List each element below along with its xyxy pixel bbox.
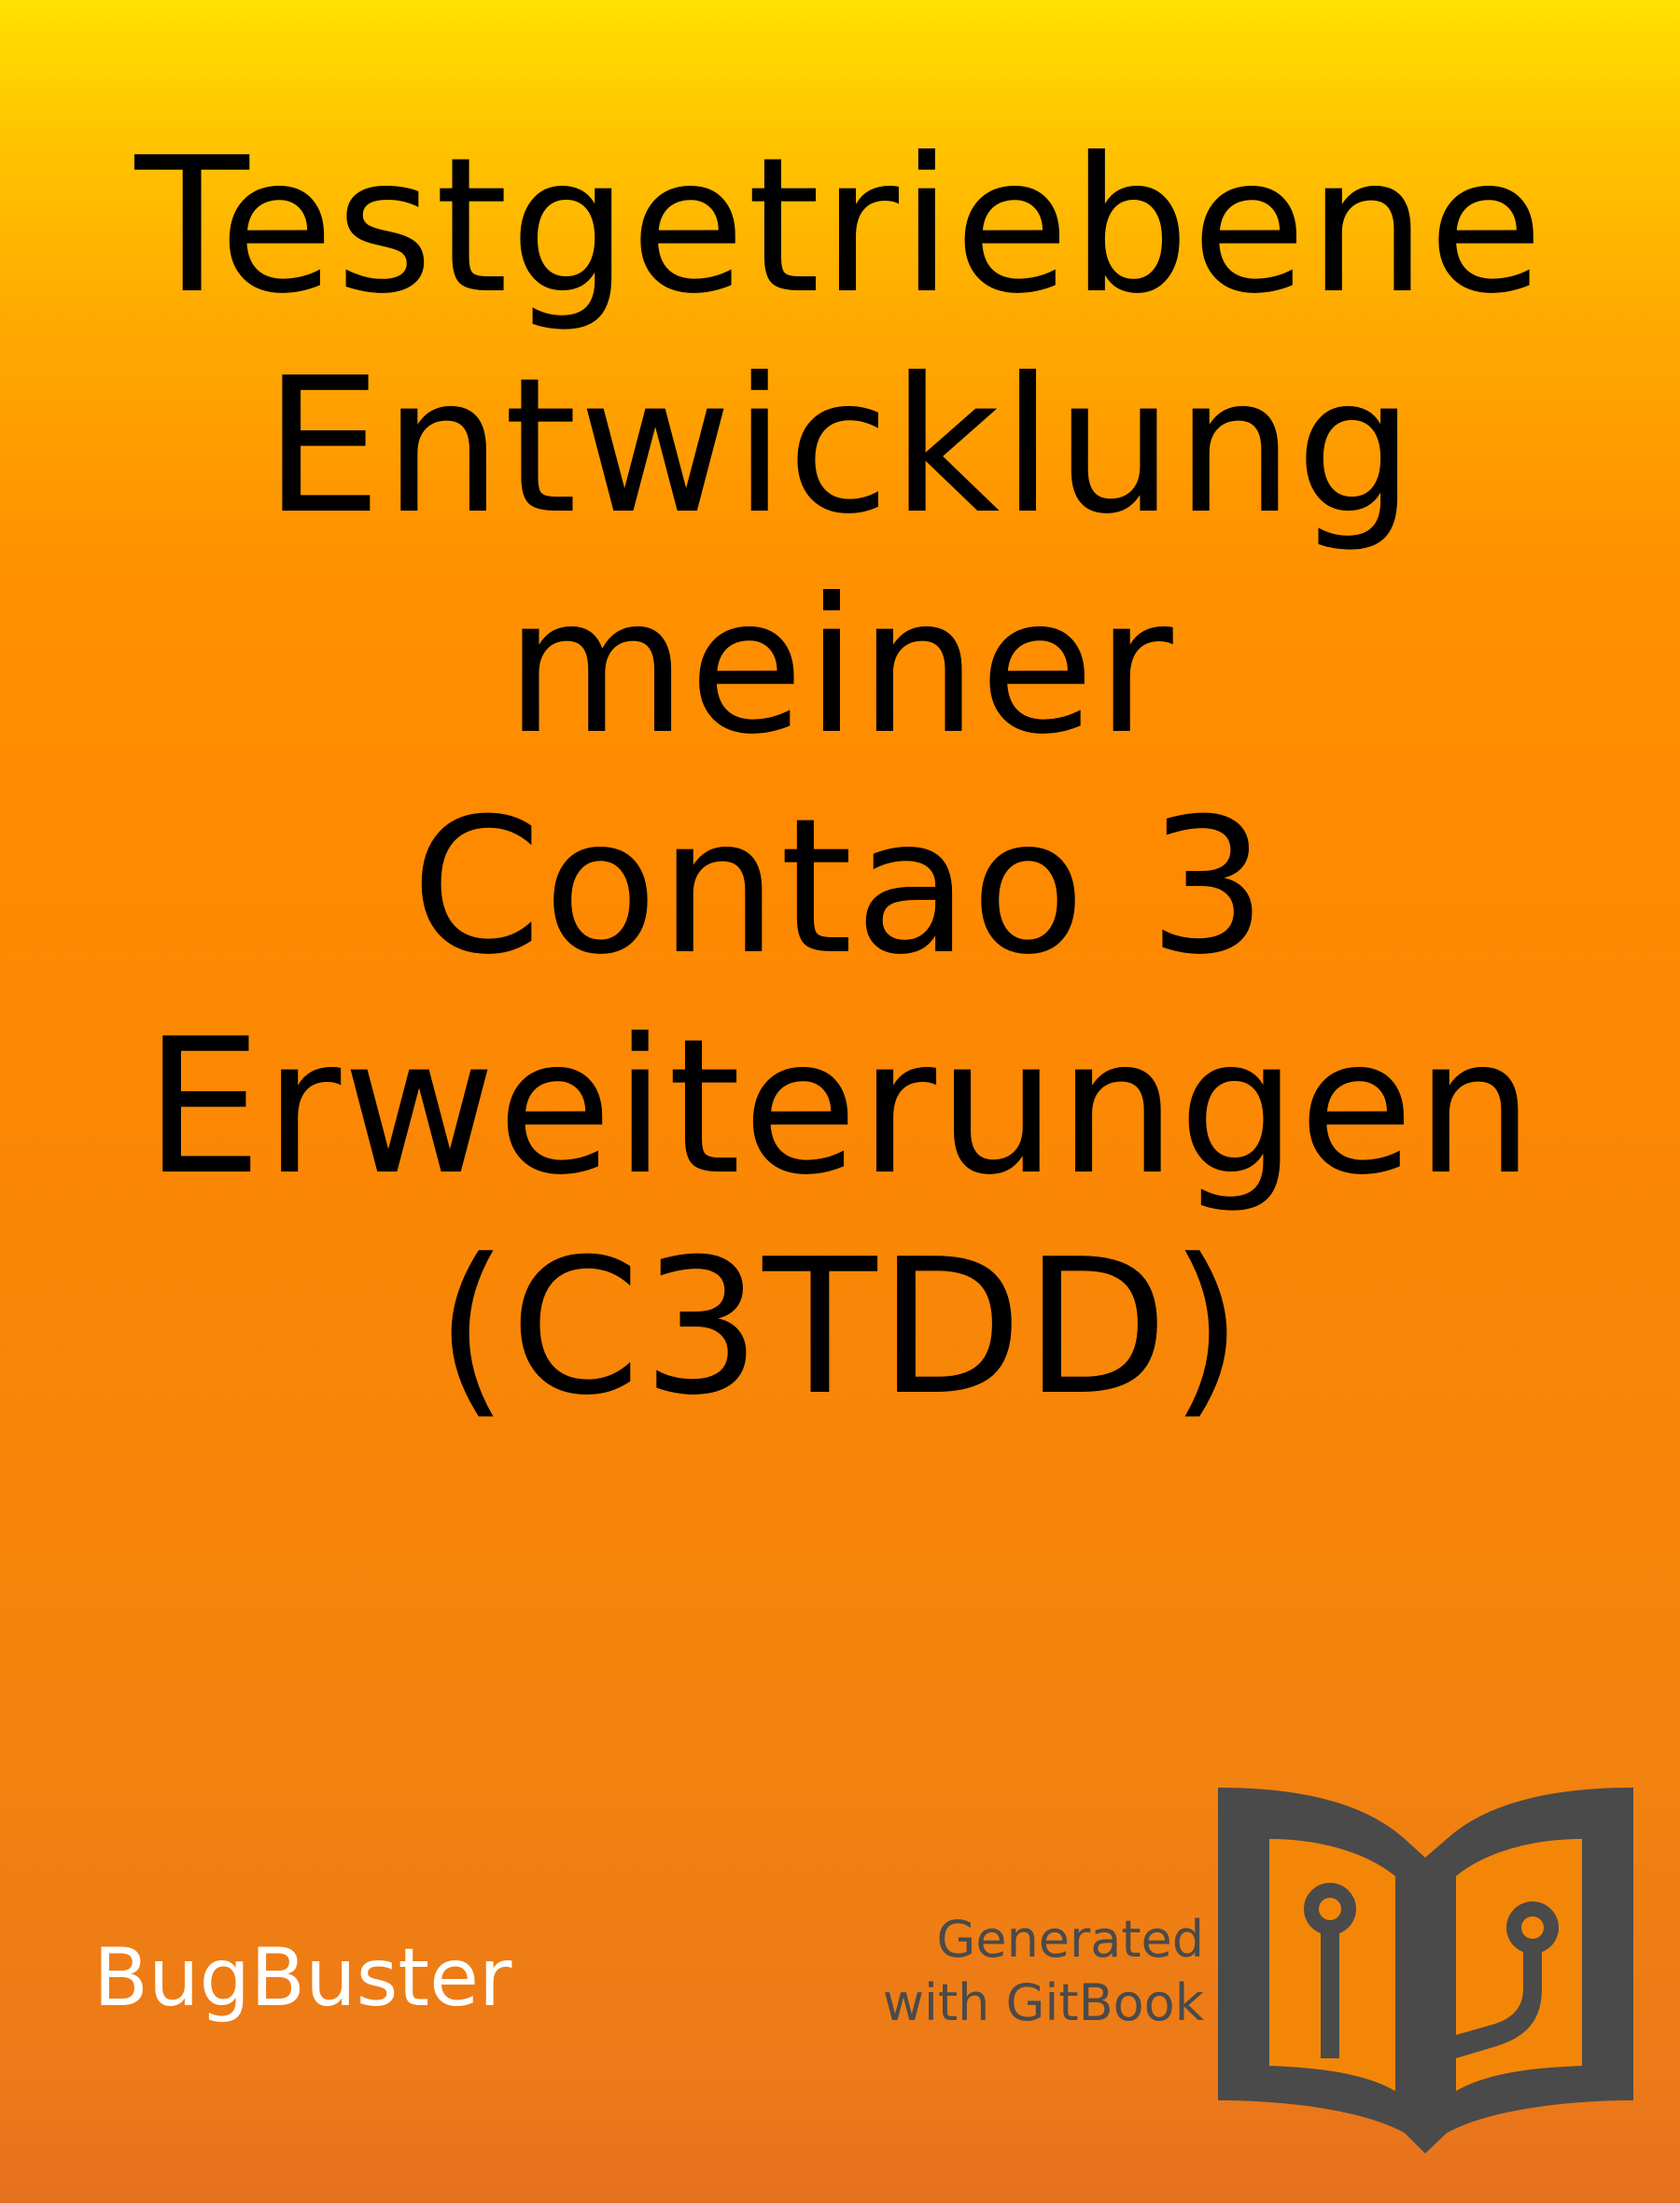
- title-line: Testgetriebene: [134, 118, 1546, 335]
- book-cover: Testgetriebene Entwicklung meiner Contao…: [0, 0, 1680, 2203]
- title-line: meiner: [505, 558, 1175, 776]
- generator-line: Generated: [936, 1910, 1204, 1969]
- author-name: BugBuster: [93, 1931, 512, 2025]
- title-line: Entwicklung: [263, 338, 1417, 555]
- title-line: Erweiterungen: [144, 999, 1536, 1216]
- title-line: Contao 3: [411, 779, 1269, 996]
- title-line: (C3TDD): [435, 1219, 1245, 1437]
- book-title: Testgetriebene Entwicklung meiner Contao…: [56, 117, 1624, 1438]
- generated-with-gitbook: Generated with GitBook: [883, 1908, 1204, 2035]
- generator-line: with GitBook: [882, 1973, 1204, 2032]
- gitbook-book-icon: [1218, 1788, 1633, 2154]
